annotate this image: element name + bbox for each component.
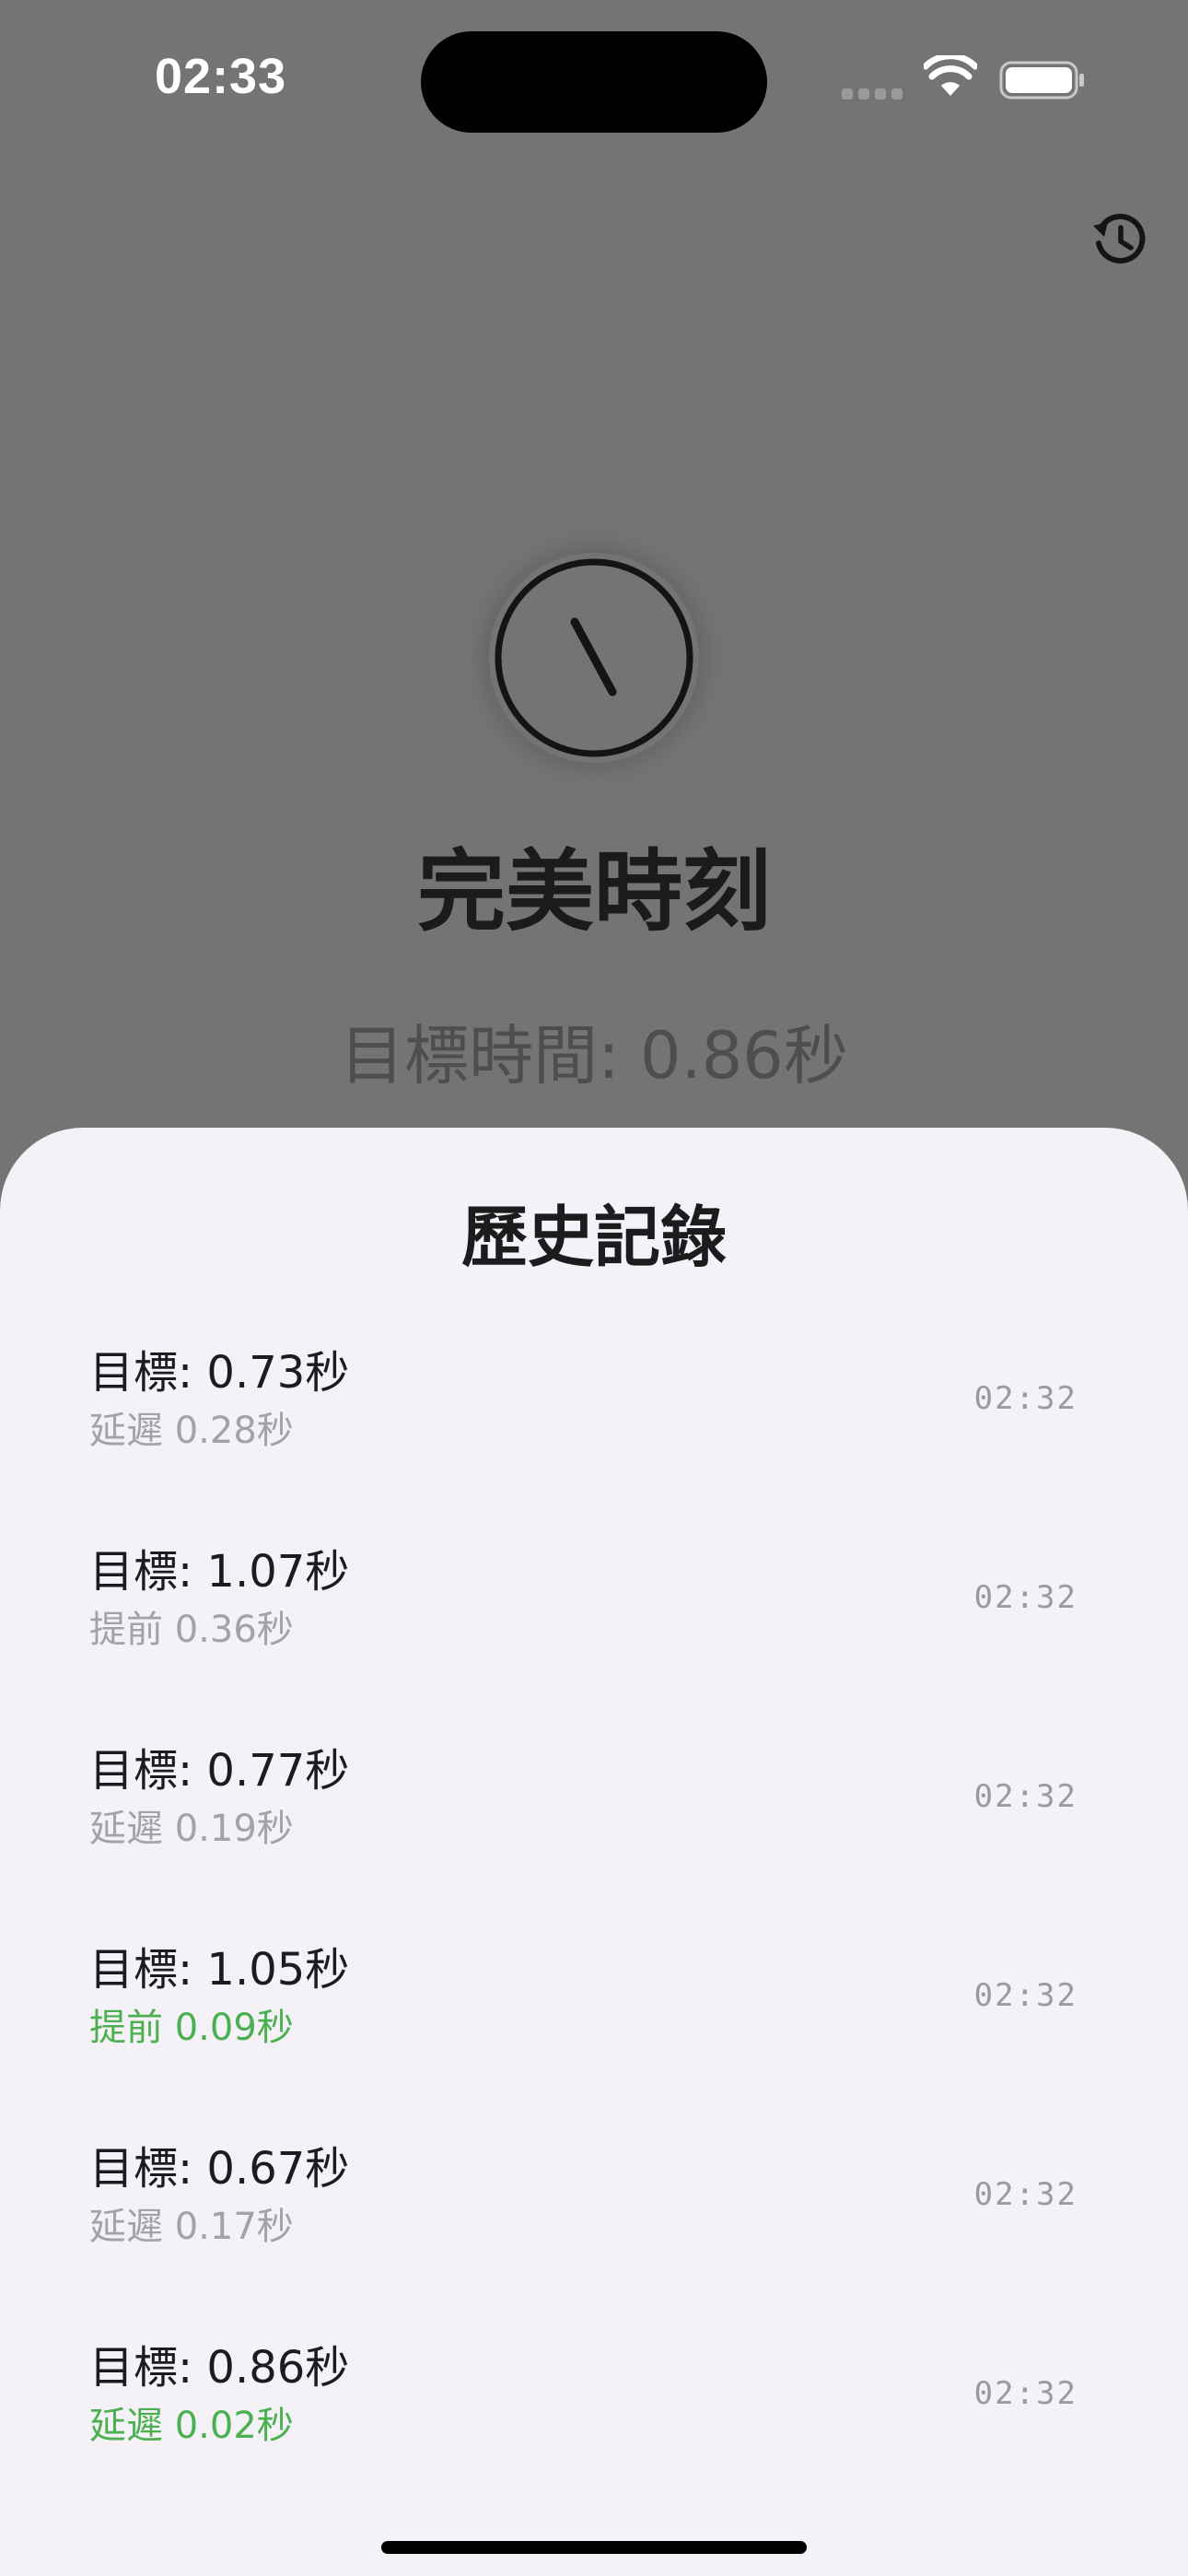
status-time: 02:33	[155, 49, 287, 104]
row-result: 延遲 0.28秒	[89, 1410, 294, 1452]
row-time: 02:32	[973, 1380, 1077, 1417]
signal-dots-icon	[842, 86, 908, 103]
status-bar: 02:33	[0, 0, 1188, 166]
target-time-label: 目標時間: 0.86秒	[340, 1018, 848, 1094]
row-result: 延遲 0.19秒	[89, 1808, 294, 1850]
row-target: 目標: 0.86秒	[89, 2342, 350, 2394]
row-time: 02:32	[973, 2176, 1077, 2213]
page-title: 完美時刻	[417, 840, 771, 943]
clock-icon	[489, 553, 699, 763]
row-target: 目標: 0.67秒	[89, 2143, 350, 2195]
row-result: 提前 0.09秒	[89, 2007, 294, 2049]
row-result: 延遲 0.02秒	[89, 2405, 294, 2447]
history-row[interactable]: 目標: 0.67秒 延遲 0.17秒 02:32	[0, 2132, 1188, 2331]
wifi-icon	[922, 53, 979, 101]
history-clock-icon[interactable]	[1089, 210, 1150, 271]
history-row[interactable]: 目標: 0.86秒 延遲 0.02秒 02:32	[0, 2331, 1188, 2530]
row-result: 提前 0.36秒	[89, 1609, 294, 1651]
dynamic-island	[421, 31, 767, 133]
home-indicator[interactable]	[381, 2541, 807, 2554]
history-list: 目標: 0.73秒 延遲 0.28秒 02:32 目標: 1.07秒 提前 0.…	[0, 1336, 1188, 2530]
row-target: 目標: 0.73秒	[89, 1347, 350, 1399]
sheet-title: 歷史記錄	[460, 1199, 727, 1276]
row-time: 02:32	[973, 1977, 1077, 2014]
row-target: 目標: 1.05秒	[89, 1944, 350, 1996]
history-row[interactable]: 目標: 1.07秒 提前 0.36秒 02:32	[0, 1535, 1188, 1734]
history-row[interactable]: 目標: 0.73秒 延遲 0.28秒 02:32	[0, 1336, 1188, 1535]
battery-icon	[999, 61, 1086, 103]
history-row[interactable]: 目標: 1.05秒 提前 0.09秒 02:32	[0, 1933, 1188, 2132]
row-time: 02:32	[973, 1778, 1077, 1815]
history-row[interactable]: 目標: 0.77秒 延遲 0.19秒 02:32	[0, 1734, 1188, 1933]
history-sheet: 歷史記錄 目標: 0.73秒 延遲 0.28秒 02:32 目標: 1.07秒 …	[0, 1128, 1188, 2576]
row-result: 延遲 0.17秒	[89, 2206, 294, 2248]
row-target: 目標: 1.07秒	[89, 1546, 350, 1598]
row-time: 02:32	[973, 2375, 1077, 2412]
row-time: 02:32	[973, 1579, 1077, 1616]
row-target: 目標: 0.77秒	[89, 1745, 350, 1797]
